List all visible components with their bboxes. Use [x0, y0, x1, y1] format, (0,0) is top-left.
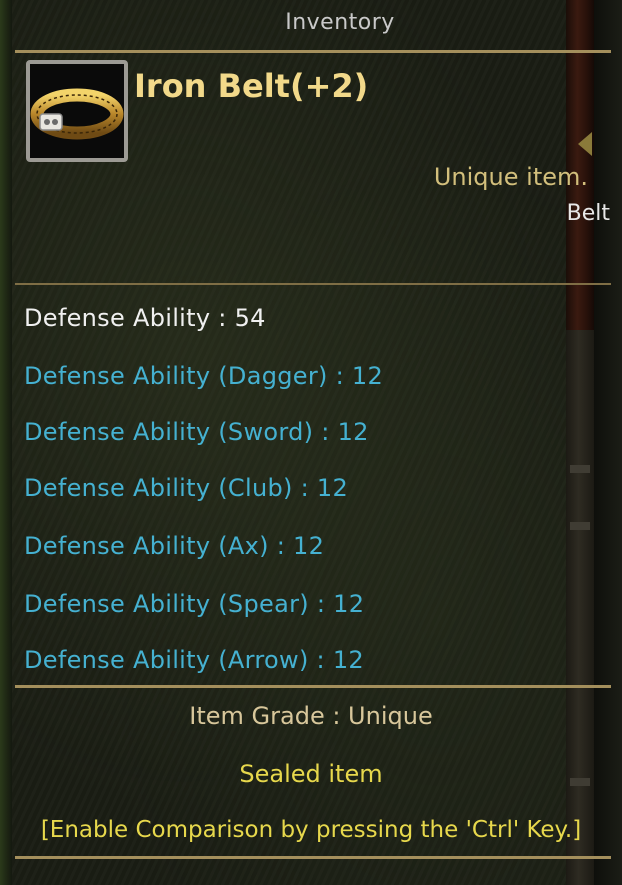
panel-right-edge: [594, 0, 622, 885]
footer-divider: [15, 685, 611, 688]
scrollbar-notch: [570, 522, 590, 530]
stat-defense-arrow: Defense Ability (Arrow) : 12: [24, 646, 364, 674]
item-rarity: Unique item.: [433, 163, 588, 191]
bottom-divider: [15, 856, 611, 859]
item-type: Belt: [566, 201, 610, 226]
stat-defense-club: Defense Ability (Club) : 12: [24, 474, 349, 502]
comparison-hint: [Enable Comparison by pressing the 'Ctrl…: [40, 817, 582, 843]
sealed-status: Sealed item: [239, 760, 383, 788]
item-icon-slot[interactable]: [26, 60, 128, 162]
stat-defense-sword: Defense Ability (Sword) : 12: [24, 418, 369, 446]
scroll-left-arrow-icon[interactable]: [578, 132, 592, 156]
gold-belt-icon: [30, 88, 124, 140]
stats-divider: [15, 283, 611, 285]
stat-defense-spear: Defense Ability (Spear) : 12: [24, 590, 365, 618]
header-divider: [15, 50, 611, 53]
item-grade: Item Grade : Unique: [189, 702, 433, 730]
stat-defense-ax: Defense Ability (Ax) : 12: [24, 532, 325, 560]
window-title: Inventory: [285, 10, 395, 35]
scrollbar-lower-track[interactable]: [566, 330, 594, 885]
panel-left-edge: [0, 0, 12, 885]
stat-defense-base: Defense Ability : 54: [24, 304, 266, 332]
item-name: Iron Belt(+2): [134, 67, 369, 105]
scrollbar-notch: [570, 465, 590, 473]
stat-defense-dagger: Defense Ability (Dagger) : 12: [24, 362, 384, 390]
